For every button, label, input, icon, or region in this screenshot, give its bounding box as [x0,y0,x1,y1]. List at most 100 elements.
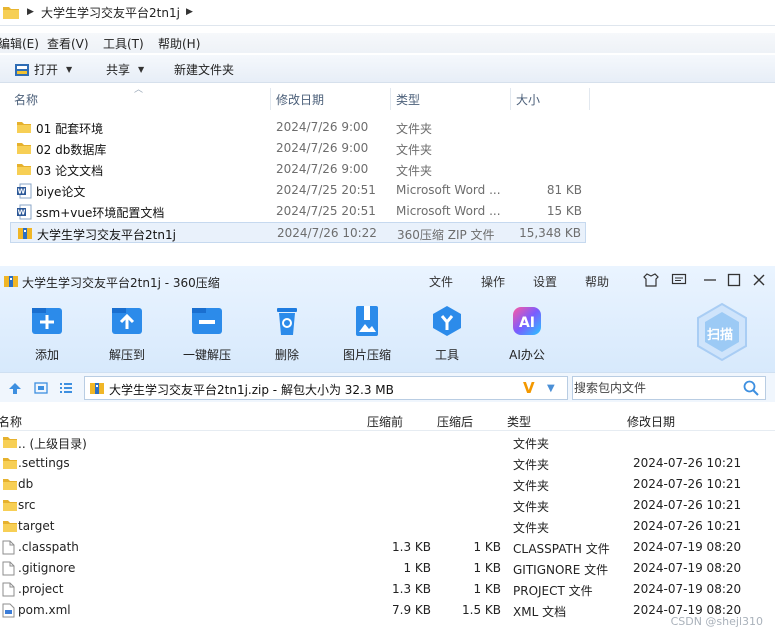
col-type[interactable]: 类型 [396,91,420,108]
menu-help[interactable]: 帮助(H) [158,35,200,52]
path-dropdown-icon[interactable]: ▼ [547,383,555,394]
file-type: Microsoft Word ... [396,183,501,197]
minimize-icon[interactable] [703,272,717,288]
entry-type: XML 文档 [513,605,567,619]
entry-date: 2024-07-26 10:21 [633,456,742,470]
ai-office-icon: AI [513,307,541,335]
explorer-row[interactable]: 02 db数据库 2024/7/26 9:00 文件夹 [10,138,586,159]
zip-entry-row[interactable]: .settings 文件夹 2024-07-26 10:21 [0,453,775,474]
up-arrow-icon[interactable] [8,382,22,394]
one-click-extract-button[interactable]: 一键解压 [172,304,242,363]
extract-to-button[interactable]: 解压到 [92,304,162,363]
entry-type: 文件夹 [513,479,550,493]
feedback-icon[interactable] [671,272,687,288]
search-icon[interactable] [743,380,759,396]
thumbnail-view-icon[interactable] [34,382,48,394]
col-name[interactable]: 名称 [14,91,38,108]
entry-name: .classpath [18,540,79,554]
scan-label: 扫描 [707,328,734,343]
zip-nav-bar: 大学生学习交友平台2tn1j.zip - 解包大小为 32.3 MB V ▼ [0,372,775,402]
zip-col-name[interactable]: 名称 [0,413,22,430]
breadcrumb-arrow-icon[interactable]: ▶ [27,7,34,17]
zip-menu-file[interactable]: 文件 [429,273,453,290]
explorer-window: ▶ 大学生学习交友平台2tn1j ▶ 编辑(E) 查看(V) 工具(T) 帮助(… [0,0,775,258]
zip-col-date[interactable]: 修改日期 [627,413,675,430]
file-size: 81 KB [546,183,582,197]
explorer-toolbar: 打开 ▼ 共享 ▼ 新建文件夹 [0,55,775,83]
tools-label: 工具 [434,348,459,362]
explorer-row[interactable]: 大学生学习交友平台2tn1j 2024/7/26 10:22 360压缩 ZIP 文… [10,222,586,243]
zip-window: 大学生学习交友平台2tn1j - 360压缩 文件 操作 设置 帮助 添加 解压… [0,266,775,632]
menu-view[interactable]: 查看(V) [47,35,89,52]
entry-date: 2024-07-19 08:20 [633,540,742,554]
explorer-row[interactable]: 03 论文文档 2024/7/26 9:00 文件夹 [10,159,586,180]
entry-name: .settings [18,456,70,470]
share-button[interactable]: 共享 ▼ [106,61,144,78]
zip-entry-row[interactable]: .gitignore 1 KB 1 KB GITIGNORE 文件 2024-07-19… [0,558,775,579]
file-date: 2024/7/25 20:51 [276,204,376,218]
zip-entry-row[interactable]: target 文件夹 2024-07-26 10:21 [0,516,775,537]
scan-button[interactable]: 扫描 [694,302,750,362]
chevron-down-icon: ▼ [66,65,73,74]
folder-icon [16,141,32,158]
zip-entry-row[interactable]: .. (上级目录) 文件夹 [0,432,775,453]
zip-search-input[interactable] [574,378,738,398]
one-click-extract-label: 一键解压 [182,348,231,362]
file-date: 2024/7/26 9:00 [276,120,369,134]
entry-size-before: 7.9 KB [392,603,431,617]
image-compress-button[interactable]: 图片压缩 [332,304,402,363]
open-icon [15,63,29,76]
zip-menu-action[interactable]: 操作 [481,273,505,290]
watermark: CSDN @shejl310 [670,615,763,628]
address-bar[interactable]: ▶ 大学生学习交友平台2tn1j ▶ [0,0,775,26]
entry-date: 2024-07-26 10:21 [633,519,742,533]
zip-menu-help[interactable]: 帮助 [585,273,609,290]
breadcrumb-current[interactable]: 大学生学习交友平台2tn1j [41,4,180,21]
menu-tools[interactable]: 工具(T) [103,35,144,52]
col-size[interactable]: 大小 [516,91,540,108]
breadcrumb-arrow-icon[interactable]: ▶ [186,7,193,17]
zip-window-title: 大学生学习交友平台2tn1j - 360压缩 [22,276,220,290]
entry-type: 文件夹 [513,521,550,535]
list-view-icon[interactable] [59,382,73,394]
zip-menu-settings[interactable]: 设置 [533,273,557,290]
menu-edit[interactable]: 编辑(E) [0,35,39,52]
xml-file-icon [2,603,15,621]
new-folder-button[interactable]: 新建文件夹 [174,61,234,78]
zip-entry-row[interactable]: db 文件夹 2024-07-26 10:21 [0,474,775,495]
zip-entry-row[interactable]: pom.xml 7.9 KB 1.5 KB XML 文档 2024-07-19 08:2… [0,600,775,621]
maximize-icon[interactable] [727,272,741,288]
col-date[interactable]: 修改日期 [276,91,324,108]
zip-col-type[interactable]: 类型 [507,413,531,430]
ai-office-button[interactable]: AI AI办公 [492,304,562,363]
zip-entry-row[interactable]: src 文件夹 2024-07-26 10:21 [0,495,775,516]
tools-button[interactable]: 工具 [412,304,482,363]
open-button[interactable]: 打开 ▼ [14,61,72,78]
file-date: 2024/7/25 20:51 [276,183,376,197]
folder-icon [2,477,18,494]
entry-name: .project [18,582,64,596]
zip-entry-row[interactable]: .project 1.3 KB 1 KB PROJECT 文件 2024-07-19 0… [0,579,775,600]
zip-archive-icon [17,226,33,243]
vip-icon[interactable]: V [523,379,535,397]
delete-button[interactable]: 删除 [252,304,322,363]
add-button[interactable]: 添加 [12,304,82,363]
trash-icon [277,308,297,335]
file-icon [2,561,15,579]
zip-path-box[interactable]: 大学生学习交友平台2tn1j.zip - 解包大小为 32.3 MB V ▼ [84,376,568,400]
explorer-row[interactable]: Wbiye论文 2024/7/25 20:51 Microsoft Word ...… [10,180,586,201]
zip-col-before[interactable]: 压缩前 [367,413,403,430]
folder-icon [2,456,18,473]
entry-type: PROJECT 文件 [513,584,593,598]
folder-icon [2,435,18,452]
file-name: ssm+vue环境配置文档 [36,206,165,220]
image-compress-icon [356,306,378,336]
close-icon[interactable] [752,272,766,288]
zip-col-after[interactable]: 压缩后 [437,413,473,430]
explorer-row[interactable]: Wssm+vue环境配置文档 2024/7/25 20:51 Microsoft W… [10,201,586,222]
zip-entry-row[interactable]: .classpath 1.3 KB 1 KB CLASSPATH 文件 2024-07-… [0,537,775,558]
entry-type: 文件夹 [513,458,550,472]
zip-app-icon [4,276,18,287]
explorer-row[interactable]: 01 配套环境 2024/7/26 9:00 文件夹 [10,117,586,138]
skin-icon[interactable] [643,272,659,288]
